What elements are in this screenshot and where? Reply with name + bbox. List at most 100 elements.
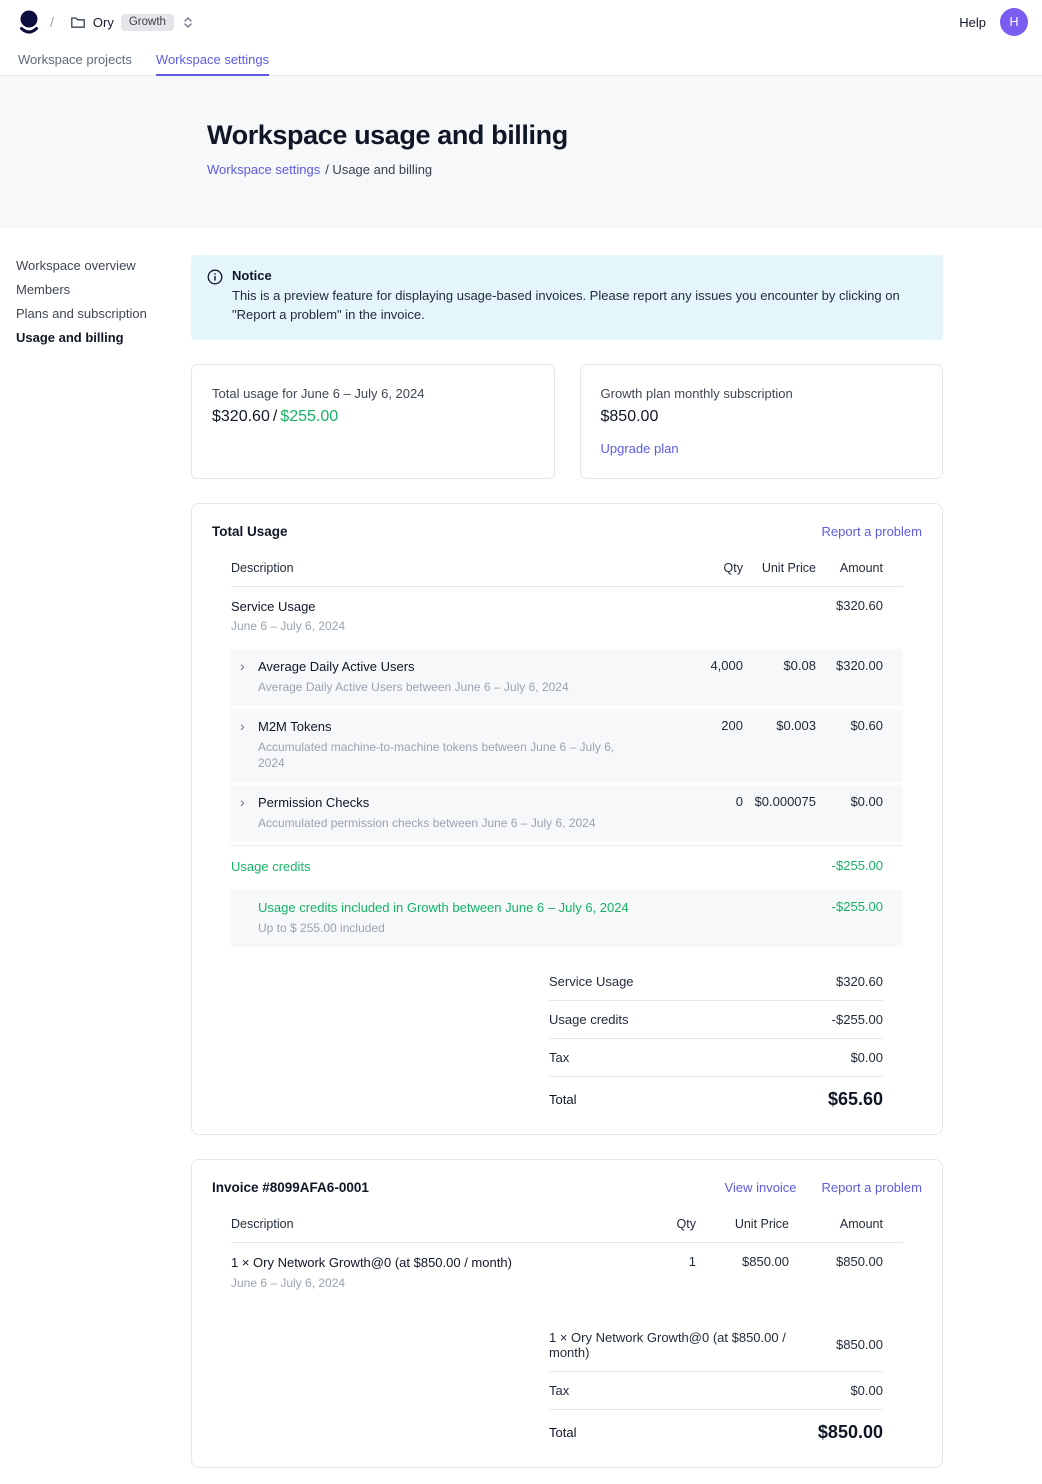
sidebar-item-plans-and-subscription[interactable]: Plans and subscription [16, 302, 191, 325]
row-amount: -$255.00 [816, 899, 903, 914]
row-amount: $320.00 [816, 658, 903, 673]
summary-label: Tax [549, 1383, 579, 1398]
summary-row-line-item: 1 × Ory Network Growth@0 (at $850.00 / m… [549, 1319, 883, 1372]
col-unit-price: Unit Price [743, 561, 816, 575]
usage-credits-row: Usage credits -$255.00 [231, 845, 903, 888]
breadcrumb: Workspace settings / Usage and billing [207, 162, 1042, 177]
summary-row-service-usage: Service Usage $320.60 [549, 963, 883, 1001]
sidebar-item-usage-and-billing[interactable]: Usage and billing [16, 326, 191, 349]
settings-sidebar: Workspace overview Members Plans and sub… [0, 228, 191, 350]
row-name: 1 × Ory Network Growth@0 (at $850.00 / m… [231, 1254, 586, 1272]
main-content: Notice This is a preview feature for dis… [191, 228, 943, 1484]
summary-row-tax: Tax $0.00 [549, 1039, 883, 1077]
row-name: Service Usage [231, 598, 633, 616]
summary-value: $320.60 [836, 974, 883, 989]
subscription-card: Growth plan monthly subscription $850.00… [580, 364, 944, 479]
invoice-line-item: 1 × Ory Network Growth@0 (at $850.00 / m… [231, 1243, 903, 1303]
col-description: Description [231, 1217, 586, 1231]
row-unit-price: $0.003 [743, 718, 816, 733]
topbar: / Ory Growth Help H [0, 0, 1042, 44]
usage-credits-detail-row: Usage credits included in Growth between… [231, 890, 903, 947]
usage-summary-card: Total usage for June 6 – July 6, 2024 $3… [191, 364, 555, 479]
invoice-totals: 1 × Ory Network Growth@0 (at $850.00 / m… [549, 1319, 883, 1443]
workspace-switcher[interactable]: Ory Growth [64, 10, 201, 35]
usage-table-header: Description Qty Unit Price Amount [231, 553, 903, 587]
row-amount: $320.60 [816, 598, 903, 613]
summary-label: Usage credits [549, 1012, 638, 1027]
usage-detail-row-active-users[interactable]: › Average Daily Active Users Average Dai… [231, 649, 903, 706]
usage-amount-separator: / [273, 408, 277, 425]
ory-logo[interactable] [18, 9, 40, 35]
col-qty: Qty [633, 561, 743, 575]
invoice-card: Invoice #8099AFA6-0001 View invoice Repo… [191, 1159, 943, 1468]
row-description: Accumulated permission checks between Ju… [258, 815, 596, 831]
invoice-title: Invoice #8099AFA6-0001 [212, 1180, 369, 1195]
row-period: June 6 – July 6, 2024 [231, 1275, 586, 1291]
summary-value: $850.00 [836, 1337, 883, 1352]
breadcrumb-current: / Usage and billing [325, 162, 432, 177]
chevron-right-icon[interactable]: › [240, 658, 250, 695]
summary-label: 1 × Ory Network Growth@0 (at $850.00 / m… [549, 1330, 836, 1360]
help-link[interactable]: Help [959, 15, 986, 30]
summary-label: Service Usage [549, 974, 644, 989]
sidebar-item-members[interactable]: Members [16, 278, 191, 301]
summary-value: $0.00 [850, 1050, 883, 1065]
sidebar-item-workspace-overview[interactable]: Workspace overview [16, 254, 191, 277]
row-unit-price: $0.000075 [743, 794, 816, 809]
summary-label: Tax [549, 1050, 579, 1065]
row-description: Average Daily Active Users between June … [258, 679, 569, 695]
breadcrumb-link-workspace-settings[interactable]: Workspace settings [207, 162, 320, 177]
total-usage-title: Total Usage [212, 524, 288, 539]
report-problem-link-invoice[interactable]: Report a problem [822, 1180, 922, 1195]
invoice-table: Description Qty Unit Price Amount 1 × Or… [231, 1209, 903, 1443]
row-name: Average Daily Active Users [258, 658, 569, 676]
total-row: Total $65.60 [549, 1077, 883, 1110]
folder-icon [70, 14, 86, 30]
row-description: Up to $ 255.00 included [258, 920, 629, 936]
info-icon [207, 269, 223, 325]
total-row: Total $850.00 [549, 1410, 883, 1443]
usage-detail-row-permission-checks[interactable]: › Permission Checks Accumulated permissi… [231, 785, 903, 842]
avatar[interactable]: H [1000, 8, 1028, 36]
usage-amount: $320.60 [212, 408, 270, 425]
row-amount: $0.00 [816, 794, 903, 809]
notice-banner: Notice This is a preview feature for dis… [191, 255, 943, 340]
tab-workspace-projects[interactable]: Workspace projects [18, 44, 132, 76]
view-invoice-link[interactable]: View invoice [725, 1180, 797, 1195]
summary-value: -$255.00 [832, 1012, 883, 1027]
usage-detail-row-m2m-tokens[interactable]: › M2M Tokens Accumulated machine-to-mach… [231, 709, 903, 782]
chevron-right-icon[interactable]: › [240, 718, 250, 771]
subscription-amount: $850.00 [601, 408, 923, 426]
usage-credit-amount: $255.00 [280, 408, 338, 425]
upgrade-plan-link[interactable]: Upgrade plan [601, 441, 679, 456]
total-value: $65.60 [828, 1089, 883, 1110]
usage-table: Description Qty Unit Price Amount Servic… [231, 553, 903, 1110]
row-qty: 4,000 [633, 658, 743, 673]
summary-row-tax: Tax $0.00 [549, 1372, 883, 1410]
usage-summary-label: Total usage for June 6 – July 6, 2024 [212, 386, 534, 401]
usage-summary-amount: $320.60/$255.00 [212, 408, 534, 426]
col-amount: Amount [789, 1217, 903, 1231]
workspace-plan-badge: Growth [121, 14, 174, 31]
row-name: M2M Tokens [258, 718, 633, 736]
col-qty: Qty [586, 1217, 696, 1231]
total-label: Total [549, 1425, 576, 1440]
total-label: Total [549, 1092, 576, 1107]
workspace-name: Ory [93, 15, 114, 30]
col-amount: Amount [816, 561, 903, 575]
subscription-label: Growth plan monthly subscription [601, 386, 923, 401]
summary-row-usage-credits: Usage credits -$255.00 [549, 1001, 883, 1039]
row-qty: 200 [633, 718, 743, 733]
total-value: $850.00 [818, 1422, 883, 1443]
chevron-right-icon[interactable]: › [240, 794, 250, 831]
col-description: Description [231, 561, 633, 575]
row-unit-price: $850.00 [696, 1254, 789, 1269]
row-name: Permission Checks [258, 794, 596, 812]
row-amount: -$255.00 [816, 858, 903, 873]
row-qty: 0 [633, 794, 743, 809]
notice-body: This is a preview feature for displaying… [232, 287, 921, 325]
report-problem-link-usage[interactable]: Report a problem [822, 524, 922, 539]
tab-workspace-settings[interactable]: Workspace settings [156, 44, 269, 76]
col-unit-price: Unit Price [696, 1217, 789, 1231]
summary-cards-row: Total usage for June 6 – July 6, 2024 $3… [191, 364, 943, 479]
